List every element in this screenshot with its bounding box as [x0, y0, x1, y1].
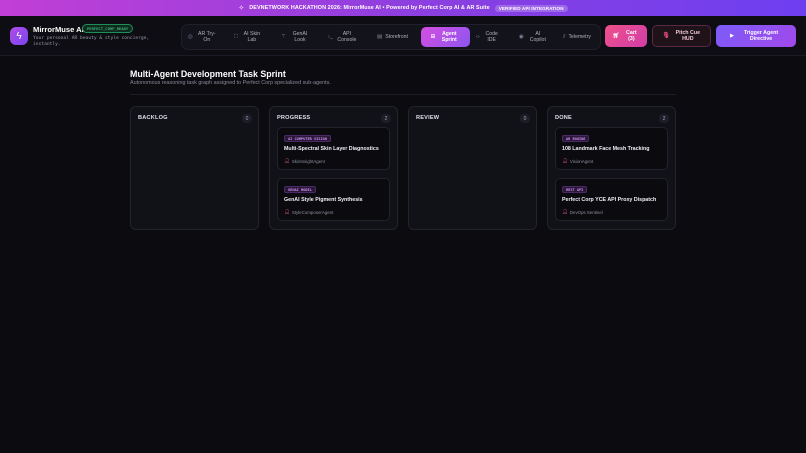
user-icon: 👤︎	[284, 158, 290, 163]
hackathon-banner: ✧ DEVNETWORK HACKATHON 2026: MirrorMuse …	[0, 0, 806, 16]
agent-name: VisionAgent	[569, 158, 594, 164]
page-title: Multi-Agent Development Task Sprint	[130, 69, 286, 79]
tab-agent-sprint[interactable]: ⊞ Agent Sprint	[421, 27, 470, 47]
agent-name: SkinInsightAgent	[291, 158, 325, 164]
pitch-cue-button[interactable]: 🎙︎ Pitch Cue HUD	[652, 25, 711, 47]
bot-icon: ◉	[519, 34, 524, 40]
user-icon: 👤︎	[284, 209, 290, 214]
lightning-logo-icon[interactable]: ϟ	[10, 27, 28, 45]
tab-storefront[interactable]: ▤ Storefront	[377, 27, 417, 47]
camera-icon: ◎	[188, 34, 193, 40]
task-card[interactable]: AI COMPUTER VISION Multi-Spectral Skin L…	[277, 127, 390, 170]
card-agent: 👤︎ StyleComposerAgent	[284, 209, 333, 215]
scan-icon: ⛶	[234, 34, 238, 40]
card-title: GenAI Style Pigment Synthesis	[284, 197, 363, 203]
wand-icon: ⚚	[281, 34, 286, 40]
card-agent: 👤︎ DevOps Sentinel	[562, 209, 603, 215]
trigger-label: Trigger Agent Directive	[743, 30, 779, 42]
sparkle-icon: ✧	[238, 5, 245, 12]
tab-label: Storefront	[385, 34, 408, 40]
brand-tagline: Your personal AR beauty & style concierg…	[33, 36, 150, 48]
tab-label: Agent Sprint	[441, 31, 457, 43]
tab-label: API Console	[337, 31, 357, 43]
tab-ai-copilot[interactable]: ◉ AI Copilot	[519, 27, 555, 47]
user-icon: 👤︎	[562, 209, 568, 214]
column-count: 2	[659, 114, 669, 123]
tab-label: GenAI Look	[292, 31, 308, 43]
store-icon: ▤	[377, 34, 383, 40]
card-title: 108 Landmark Face Mesh Tracking	[562, 146, 650, 152]
tab-api-console[interactable]: ›_ API Console	[328, 27, 366, 47]
cart-icon: 🛒︎	[612, 33, 620, 39]
card-tag: AI COMPUTER VISION	[284, 135, 331, 142]
pitch-label: Pitch Cue HUD	[675, 30, 701, 42]
card-agent: 👤︎ VisionAgent	[562, 158, 593, 164]
tab-ar-try-on[interactable]: ◎ AR Try-On	[188, 27, 226, 47]
code-icon: ‹›	[476, 34, 480, 40]
play-icon: ▶	[729, 33, 735, 39]
task-card[interactable]: GENAI MODEL GenAI Style Pigment Synthesi…	[277, 178, 390, 221]
card-title: Perfect Corp YCE API Proxy Dispatch	[562, 197, 657, 203]
column-title: PROGRESS	[277, 115, 311, 121]
task-card[interactable]: REST API Perfect Corp YCE API Proxy Disp…	[555, 178, 668, 221]
cart-button[interactable]: 🛒︎ Cart (3)	[605, 25, 647, 47]
banner-badge: VERIFIED API INTEGRATION	[494, 4, 568, 12]
agent-name: DevOps Sentinel	[569, 209, 603, 215]
column-title: DONE	[555, 115, 572, 121]
tab-code-ide[interactable]: ‹› Code IDE	[476, 27, 512, 47]
banner-text: DEVNETWORK HACKATHON 2026: MirrorMuse AI…	[249, 5, 490, 11]
tab-telemetry[interactable]: ⫽ Telemetry	[563, 27, 601, 47]
user-icon: 👤︎	[562, 158, 568, 163]
page-subtitle: Autonomous reasoning task graph assigned…	[130, 80, 331, 86]
tab-label: Code IDE	[485, 31, 498, 43]
microphone-icon: 🎙︎	[662, 33, 670, 39]
divider	[130, 94, 676, 95]
cart-label: Cart (3)	[626, 30, 637, 42]
card-tag: AR ENGINE	[562, 135, 590, 142]
main-nav: ◎ AR Try-On ⛶ AI Skin Lab ⚚ GenAI Look ›…	[181, 24, 601, 50]
card-title: Multi-Spectral Skin Layer Diagnostics	[284, 146, 379, 152]
column-review: REVIEW 0	[408, 106, 537, 230]
agent-name: StyleComposerAgent	[291, 209, 334, 215]
card-tag: REST API	[562, 186, 588, 193]
task-card[interactable]: AR ENGINE 108 Landmark Face Mesh Trackin…	[555, 127, 668, 170]
card-agent: 👤︎ SkinInsightAgent	[284, 158, 325, 164]
tab-label: Telemetry	[568, 34, 591, 40]
app-header: ϟ MirrorMuse AI PERFECT_CORP_READY Your …	[0, 16, 806, 56]
column-title: BACKLOG	[138, 115, 168, 121]
tab-label: AR Try-On	[198, 31, 216, 43]
grid-icon: ⊞	[430, 34, 436, 40]
column-count: 2	[381, 114, 391, 123]
brand-name: MirrorMuse AI	[33, 25, 84, 34]
tab-label: AI Copilot	[529, 31, 546, 43]
tab-genai-look[interactable]: ⚚ GenAI Look	[281, 27, 319, 47]
column-backlog: BACKLOG 0	[130, 106, 259, 230]
tab-ai-skin-lab[interactable]: ⛶ AI Skin Lab	[234, 27, 272, 47]
status-badge: PERFECT_CORP_READY	[82, 24, 134, 33]
column-title: REVIEW	[416, 115, 440, 121]
column-done: DONE 2 AR ENGINE 108 Landmark Face Mesh …	[547, 106, 676, 230]
column-count: 0	[242, 114, 252, 123]
card-tag: GENAI MODEL	[284, 186, 316, 193]
column-count: 0	[520, 114, 530, 123]
chart-icon: ⫽	[563, 34, 566, 40]
trigger-agent-button[interactable]: ▶ Trigger Agent Directive	[716, 25, 796, 47]
terminal-icon: ›_	[328, 34, 333, 40]
column-progress: PROGRESS 2 AI COMPUTER VISION Multi-Spec…	[269, 106, 398, 230]
tab-label: AI Skin Lab	[243, 31, 261, 43]
